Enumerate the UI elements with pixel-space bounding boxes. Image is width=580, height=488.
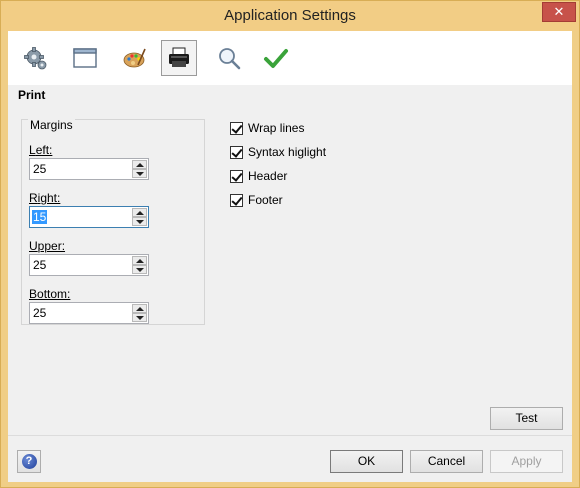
upper-margin-spinner[interactable]: 25	[29, 254, 149, 276]
margins-legend: Margins	[28, 118, 75, 132]
toolbar-search-button[interactable]	[211, 40, 247, 76]
magnifier-icon	[219, 48, 241, 70]
bottom-margin-up-button[interactable]	[132, 304, 147, 313]
test-button[interactable]: Test	[490, 407, 563, 430]
right-margin-up-button[interactable]	[132, 208, 147, 217]
syntax-highlight-checkbox[interactable]	[230, 146, 243, 159]
dialog-client-area: Print Margins Left: 25 Right: 15 Upper: …	[8, 31, 572, 482]
toolbar-colors-button[interactable]	[116, 40, 152, 76]
header-checkbox[interactable]	[230, 170, 243, 183]
help-icon: ?	[21, 454, 37, 469]
toolbar-print-button[interactable]	[161, 40, 197, 76]
bottom-margin-value[interactable]: 25	[33, 306, 46, 320]
print-settings-page: Margins Left: 25 Right: 15 Upper: 25 Bot…	[8, 105, 572, 435]
right-margin-arrows	[132, 208, 147, 226]
printer-icon	[169, 47, 189, 67]
left-margin-arrows	[132, 160, 147, 178]
right-margin-spinner[interactable]: 15	[29, 206, 149, 228]
gear-icon	[24, 47, 47, 70]
wrap-lines-label[interactable]: Wrap lines	[248, 121, 304, 135]
left-margin-down-button[interactable]	[132, 169, 147, 178]
palette-icon	[123, 48, 146, 68]
bottom-margin-label: Bottom:	[29, 287, 71, 301]
help-button[interactable]: ?	[17, 450, 41, 473]
right-margin-value[interactable]: 15	[32, 210, 48, 224]
right-margin-down-button[interactable]	[132, 217, 147, 226]
title-bar[interactable]: Application Settings ✕	[1, 1, 579, 31]
settings-window: Application Settings ✕ Print Margins Lef…	[0, 0, 580, 488]
margins-groupbox: Margins Left: 25 Right: 15 Upper: 25 Bot…	[21, 118, 205, 325]
cancel-button[interactable]: Cancel	[410, 450, 483, 473]
left-margin-label: Left:	[29, 143, 53, 157]
close-icon: ✕	[553, 4, 565, 19]
close-button[interactable]: ✕	[542, 2, 576, 22]
bottom-margin-arrows	[132, 304, 147, 322]
upper-margin-value[interactable]: 25	[33, 258, 46, 272]
toolbar-general-button[interactable]	[18, 40, 54, 76]
left-margin-value[interactable]: 25	[33, 162, 46, 176]
upper-margin-arrows	[132, 256, 147, 274]
right-margin-label: Right:	[29, 191, 61, 205]
syntax-highlight-label[interactable]: Syntax higlight	[248, 145, 326, 159]
toolbar-display-button[interactable]	[67, 40, 103, 76]
apply-button[interactable]: Apply	[490, 450, 563, 473]
upper-margin-up-button[interactable]	[132, 256, 147, 265]
window-title: Application Settings	[224, 7, 356, 24]
left-margin-up-button[interactable]	[132, 160, 147, 169]
footer-checkbox[interactable]	[230, 194, 243, 207]
category-toolbar	[8, 31, 572, 85]
left-margin-spinner[interactable]: 25	[29, 158, 149, 180]
wrap-lines-checkbox[interactable]	[230, 122, 243, 135]
bottom-margin-spinner[interactable]: 25	[29, 302, 149, 324]
bottom-margin-down-button[interactable]	[132, 313, 147, 322]
toolbar-spelling-button[interactable]	[258, 40, 294, 76]
section-title: Print	[18, 88, 46, 102]
upper-margin-down-button[interactable]	[132, 265, 147, 274]
header-label[interactable]: Header	[248, 169, 287, 183]
window-icon	[73, 48, 97, 68]
dialog-button-bar: ? OK Cancel Apply	[8, 435, 572, 482]
footer-label[interactable]: Footer	[248, 193, 283, 207]
checkmark-icon	[264, 49, 288, 68]
upper-margin-label: Upper:	[29, 239, 66, 253]
ok-button[interactable]: OK	[330, 450, 403, 473]
